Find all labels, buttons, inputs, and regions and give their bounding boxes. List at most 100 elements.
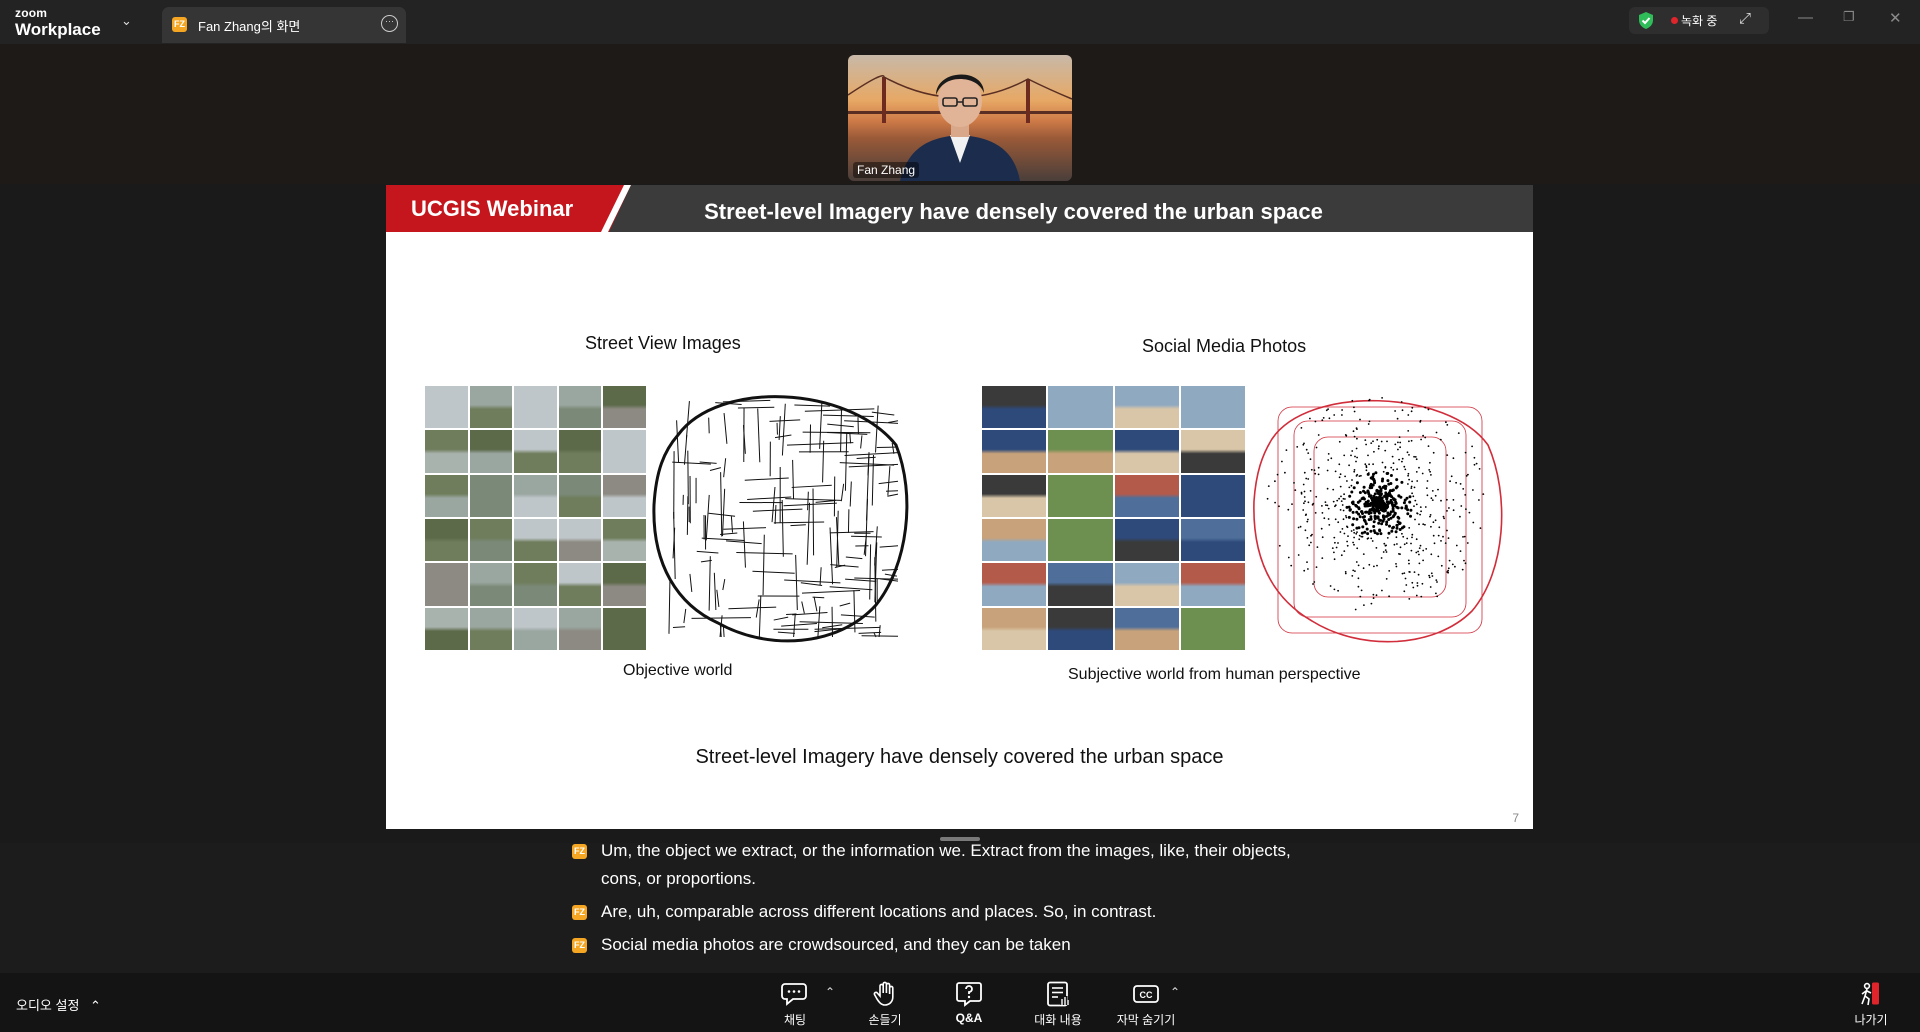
participant-video[interactable]: Fan Zhang: [848, 55, 1072, 181]
qa-button[interactable]: Q&A: [929, 973, 1009, 1032]
hide-captions-label: 자막 숨기기: [1116, 1013, 1176, 1027]
photo-density-map-icon: [1253, 397, 1503, 643]
thumbnail-photo: [469, 430, 513, 473]
closed-captions-icon: CC: [1133, 985, 1159, 1003]
tab-avatar: FZ: [172, 17, 187, 32]
recording-label: 녹화 중: [1681, 14, 1718, 28]
title-bar: zoom Workplace ⌄ FZ Fan Zhang의 화면 ⋯ 녹화 중…: [0, 0, 1920, 44]
thumbnail-photo: [603, 386, 646, 429]
thumbnail-photo: [558, 519, 602, 562]
leave-button[interactable]: 나가기: [1831, 973, 1911, 1032]
recording-status[interactable]: 녹화 중 ⤢: [1629, 7, 1769, 34]
transcript-label: 대화 내용: [1034, 1013, 1082, 1027]
caption-avatar: FZ: [572, 938, 587, 953]
raise-hand-button[interactable]: 손들기: [845, 973, 925, 1032]
caption-text: Are, uh, comparable across different loc…: [601, 902, 1157, 921]
qa-icon: [956, 982, 982, 1007]
thumbnail-photo: [1180, 563, 1245, 606]
street-view-label: Street View Images: [585, 333, 741, 353]
bottom-caption: Street-level Imagery have densely covere…: [695, 746, 1224, 768]
meeting-toolbar: 오디오 설정 ⌃ 채팅 ⌃ 손들기 Q&A 대화 내용 CC 자막 숨기기 ⌃ …: [0, 973, 1920, 1032]
thumbnail-photo: [1180, 386, 1245, 429]
thumbnail-photo: [469, 563, 513, 606]
thumbnail-photo: [1114, 430, 1179, 473]
live-captions-panel: FZ Um, the object we extract, or the inf…: [0, 843, 1920, 973]
chevron-up-icon[interactable]: ⌃: [1170, 985, 1180, 999]
raise-hand-icon: [873, 981, 894, 1006]
thumbnail-photo: [558, 386, 602, 429]
thumbnail-photo: [603, 430, 646, 473]
right-caption: Subjective world from human perspective: [1068, 666, 1361, 683]
audio-settings-button[interactable]: 오디오 설정 ⌃: [16, 995, 101, 1014]
thumbnail-photo: [982, 430, 1047, 473]
thumbnail-photo: [558, 563, 602, 606]
thumbnail-photo: [982, 386, 1047, 429]
caption-avatar: FZ: [572, 905, 587, 920]
tab-title: Fan Zhang의 화면: [198, 19, 301, 34]
thumbnail-photo: [1114, 386, 1179, 429]
thumbnail-photo: [514, 474, 557, 517]
hide-captions-button[interactable]: CC 자막 숨기기: [1106, 973, 1186, 1032]
chat-button[interactable]: 채팅: [755, 973, 835, 1032]
logo-line-1: zoom: [15, 6, 48, 20]
thumbnail-photo: [514, 430, 557, 473]
thumbnail-photo: [558, 607, 602, 650]
social-media-label: Social Media Photos: [1142, 336, 1307, 356]
transcript-button[interactable]: 대화 내용: [1018, 973, 1098, 1032]
thumbnail-photo: [1114, 563, 1179, 606]
thumbnail-photo: [603, 607, 646, 650]
zoom-workplace-logo[interactable]: zoom Workplace: [15, 7, 101, 38]
thumbnail-photo: [425, 607, 468, 650]
svg-text:CC: CC: [1140, 990, 1153, 1000]
expand-icon[interactable]: ⤢: [1739, 10, 1751, 27]
thumbnail-photo: [425, 430, 468, 473]
thumbnail-photo: [603, 563, 646, 606]
thumbnail-photo: [1180, 519, 1245, 562]
tab-shared-screen[interactable]: FZ Fan Zhang의 화면 ⋯: [162, 7, 406, 43]
caption-text: Social media photos are crowdsourced, an…: [601, 935, 1071, 954]
close-icon[interactable]: ✕: [1889, 9, 1902, 27]
page-number: 7: [1512, 811, 1519, 825]
participant-name: Fan Zhang: [853, 162, 920, 178]
slide-title: Street-level Imagery have densely covere…: [704, 199, 1323, 224]
shared-slide: UCGIS Webinar Street-level Imagery have …: [386, 185, 1533, 829]
thumbnail-photo: [469, 607, 513, 650]
thumbnail-photo: [1048, 386, 1113, 429]
thumbnail-photo: [982, 519, 1047, 562]
audio-settings-label: 오디오 설정: [16, 998, 80, 1013]
thumbnail-photo: [469, 474, 513, 517]
thumbnail-photo: [1048, 563, 1113, 606]
thumbnail-photo: [603, 474, 646, 517]
minimize-icon[interactable]: —: [1798, 9, 1813, 26]
thumbnail-photo: [1114, 519, 1179, 562]
qa-label: Q&A: [955, 1011, 983, 1025]
thumbnail-photo: [1180, 430, 1245, 473]
thumbnail-photo: [1048, 474, 1113, 517]
thumbnail-photo: [514, 386, 557, 429]
thumbnail-photo: [1114, 474, 1179, 517]
thumbnail-photo: [514, 563, 557, 606]
thumbnail-photo: [982, 563, 1047, 606]
chevron-up-icon[interactable]: ⌃: [825, 985, 835, 999]
raise-hand-label: 손들기: [868, 1013, 902, 1027]
thumbnail-photo: [1114, 607, 1179, 650]
restore-icon[interactable]: ❐: [1843, 9, 1855, 25]
thumbnail-photo: [425, 519, 468, 562]
logo-line-2: Workplace: [15, 20, 101, 39]
thumbnail-photo: [1048, 430, 1113, 473]
caption-text: cons, or proportions.: [601, 869, 756, 888]
thumbnail-photo: [514, 519, 557, 562]
drag-handle[interactable]: [940, 837, 980, 841]
thumbnail-photo: [425, 563, 468, 606]
caption-text: Um, the object we extract, or the inform…: [601, 843, 1291, 860]
street-network-map-icon: [652, 395, 909, 643]
chevron-down-icon[interactable]: ⌄: [121, 13, 132, 29]
transcript-icon: [1047, 981, 1069, 1007]
more-icon[interactable]: ⋯: [381, 15, 398, 32]
chat-label: 채팅: [783, 1013, 807, 1027]
thumbnail-photo: [514, 607, 557, 650]
chevron-up-icon[interactable]: ⌃: [90, 998, 101, 1013]
shield-check-icon: [1639, 12, 1653, 29]
street-view-photo-grid: [424, 385, 647, 651]
thumbnail-photo: [558, 430, 602, 473]
